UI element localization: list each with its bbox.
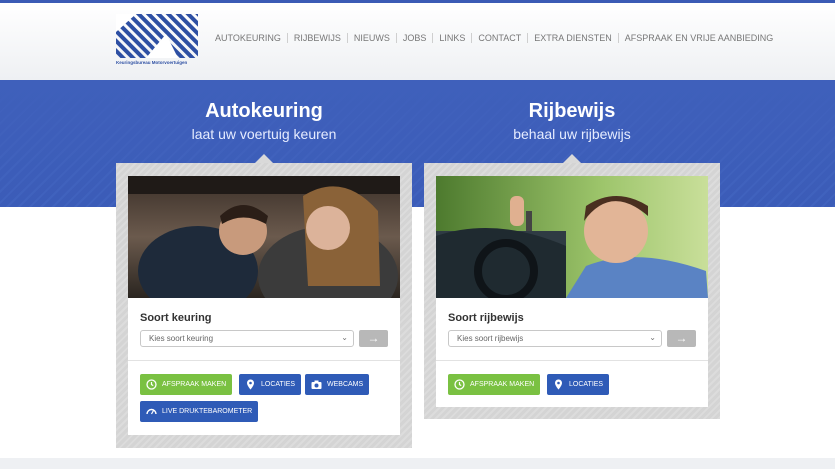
divider — [128, 360, 400, 361]
soort-keuring-select[interactable]: Kies soort keuring ⌄ — [140, 330, 354, 347]
arrow-right-icon: → — [675, 331, 688, 345]
nav-extra-diensten[interactable]: EXTRA DIENSTEN — [527, 33, 618, 43]
nav-afspraak[interactable]: AFSPRAAK EN VRIJE AANBIEDING — [617, 33, 780, 43]
rijbewijs-photo — [436, 176, 708, 298]
camera-icon — [311, 380, 322, 389]
hero-title-rijbewijs: Rijbewijs — [528, 100, 616, 122]
nav-rijbewijs[interactable]: RIJBEWIJS — [286, 33, 347, 43]
arrow-right-icon: → — [367, 331, 380, 345]
soort-rijbewijs-select[interactable]: Kies soort rijbewijs ⌄ — [448, 330, 662, 347]
logo-caption: Keuringsbureau Motorvoertuigen — [116, 60, 188, 65]
notch-left — [255, 154, 273, 163]
map-pin-icon — [555, 379, 562, 390]
footer-strip — [0, 458, 835, 469]
soort-rijbewijs-label: Soort rijbewijs — [448, 312, 524, 324]
map-pin-icon — [247, 379, 254, 390]
autokeuring-card: Soort keuring Kies soort keuring ⌄ → AFS… — [128, 176, 400, 435]
soort-keuring-go-button[interactable]: → — [359, 330, 388, 347]
soort-rijbewijs-select-value: Kies soort rijbewijs — [457, 334, 524, 343]
live-druktebarometer-button[interactable]: LIVE DRUKTEBAROMETER — [140, 401, 259, 422]
divider — [436, 360, 708, 361]
hero-subtitle-autokeuring: laat uw voertuig keuren — [191, 126, 337, 142]
webcams-button[interactable]: WEBCAMS — [305, 374, 370, 395]
rijbewijs-card: Soort rijbewijs Kies soort rijbewijs ⌄ →… — [436, 176, 708, 407]
hero-title-autokeuring: Autokeuring — [205, 100, 323, 122]
chevron-down-icon: ⌄ — [649, 333, 656, 342]
main-nav: AUTOKEURING RIJBEWIJS NIEUWS JOBS LINKS … — [211, 33, 779, 43]
nav-jobs[interactable]: JOBS — [395, 33, 433, 43]
nav-links[interactable]: LINKS — [432, 33, 471, 43]
logo-stripes-icon — [116, 14, 198, 58]
hero-subtitle-rijbewijs: behaal uw rijbewijs — [513, 126, 631, 142]
gauge-icon — [146, 408, 157, 415]
afspraak-maken-button[interactable]: AFSPRAAK MAKEN — [140, 374, 233, 395]
soort-keuring-label: Soort keuring — [140, 312, 212, 324]
soort-keuring-select-value: Kies soort keuring — [149, 334, 214, 343]
autokeuring-photo — [128, 176, 400, 298]
nav-autokeuring[interactable]: AUTOKEURING — [211, 33, 287, 43]
clock-icon — [454, 379, 465, 390]
afspraak-maken-button[interactable]: AFSPRAAK MAKEN — [448, 374, 541, 395]
chevron-down-icon: ⌄ — [341, 333, 348, 342]
notch-right — [563, 154, 581, 163]
nav-nieuws[interactable]: NIEUWS — [346, 33, 396, 43]
locaties-button[interactable]: LOCATIES — [239, 374, 302, 395]
nav-contact[interactable]: CONTACT — [471, 33, 527, 43]
locaties-button[interactable]: LOCATIES — [547, 374, 610, 395]
clock-icon — [146, 379, 157, 390]
soort-rijbewijs-go-button[interactable]: → — [667, 330, 696, 347]
